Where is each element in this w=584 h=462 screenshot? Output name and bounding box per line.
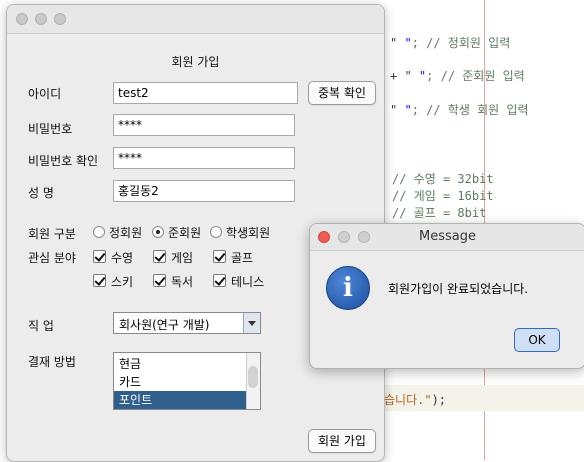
window-titlebar[interactable] (7, 5, 384, 34)
checkbox-golf[interactable] (213, 250, 226, 263)
minimize-window-button[interactable] (35, 13, 47, 25)
name-label: 성 명 (28, 186, 54, 200)
radio-regular[interactable] (93, 226, 105, 238)
job-select[interactable]: 회사원(연구 개발) (113, 312, 261, 334)
code-line: + " "; // 준회원 입력 (390, 69, 525, 83)
code-line: " "; // 정회원 입력 (390, 36, 511, 50)
checkbox-ski[interactable] (93, 274, 106, 287)
ok-button[interactable]: OK (514, 328, 560, 352)
payment-label: 결재 방법 (28, 355, 76, 369)
signup-submit-button[interactable]: 회원 가입 (308, 429, 376, 453)
checkbox-golf-label: 골프 (231, 251, 254, 265)
password-field[interactable]: **** (113, 114, 295, 136)
checkbox-swimming[interactable] (93, 250, 106, 263)
checkbox-game[interactable] (153, 250, 166, 263)
zoom-window-button[interactable] (54, 13, 66, 25)
name-field[interactable]: 홍길동2 (113, 180, 295, 202)
payment-list[interactable]: 현금 카드 포인트 (113, 352, 261, 410)
id-field[interactable]: test2 (113, 82, 298, 104)
payment-list-scrollbar[interactable] (246, 353, 260, 409)
code-line: " "; // 학생 회원 입력 (390, 103, 529, 117)
scrollbar-thumb[interactable] (248, 366, 258, 388)
job-label: 직 업 (28, 319, 54, 333)
radio-student[interactable] (210, 226, 222, 238)
code-line: // 게임 = 16bit (392, 189, 494, 203)
list-item[interactable]: 카드 (114, 373, 247, 391)
dialog-message: 회원가입이 완료되었습니다. (388, 282, 529, 296)
code-line: 습니다."); (384, 393, 447, 407)
job-selected-value: 회사원(연구 개발) (119, 318, 210, 332)
checkbox-ski-label: 스키 (111, 275, 134, 289)
code-line: // 수영 = 32bit (392, 172, 494, 186)
checkbox-tennis-label: 테니스 (231, 275, 265, 289)
checkbox-game-label: 게임 (171, 251, 194, 265)
checkbox-tennis[interactable] (213, 274, 226, 287)
radio-associate[interactable] (152, 226, 164, 238)
chevron-down-icon[interactable] (243, 313, 260, 333)
interests-label: 관심 분야 (28, 251, 76, 265)
form-title: 회원 가입 (171, 55, 220, 69)
check-duplicate-button[interactable]: 중복 확인 (308, 81, 376, 105)
close-window-button[interactable] (16, 13, 28, 25)
radio-regular-label: 정회원 (109, 226, 143, 240)
password-label: 비밀번호 (28, 122, 73, 136)
checkbox-reading[interactable] (153, 274, 166, 287)
info-icon: i (326, 266, 370, 310)
list-item[interactable]: 현금 (114, 355, 247, 373)
id-label: 아이디 (28, 87, 62, 101)
password-confirm-label: 비밀번호 확인 (28, 154, 99, 168)
radio-student-label: 학생회원 (226, 226, 271, 240)
checkbox-swimming-label: 수영 (111, 251, 134, 265)
message-dialog: Message i 회원가입이 완료되었습니다. OK (309, 223, 584, 369)
code-line: // 골프 = 8bit (392, 206, 487, 220)
dialog-titlebar[interactable]: Message (310, 224, 584, 251)
password-confirm-field[interactable]: **** (113, 147, 295, 169)
radio-associate-label: 준회원 (168, 226, 202, 240)
checkbox-reading-label: 독서 (171, 275, 194, 289)
member-type-label: 회원 구분 (28, 227, 76, 241)
dialog-title: Message (419, 229, 476, 244)
list-item-selected[interactable]: 포인트 (114, 391, 247, 409)
